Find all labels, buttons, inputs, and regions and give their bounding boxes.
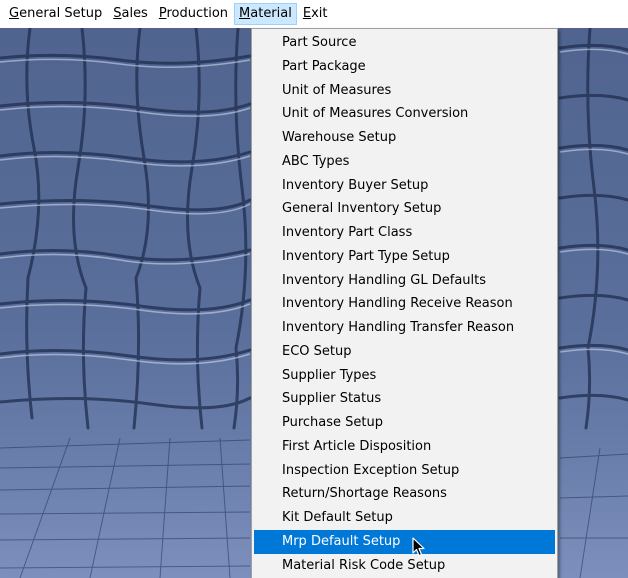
menu-item-first-article-disposition[interactable]: First Article Disposition	[254, 435, 555, 459]
menu-item-part-package[interactable]: Part Package	[254, 55, 555, 79]
arrow-pointer-icon	[412, 537, 425, 557]
menu-item-inspection-exception-setup[interactable]: Inspection Exception Setup	[254, 459, 555, 483]
menu-item-unit-of-measures[interactable]: Unit of Measures	[254, 79, 555, 103]
menu-item-warehouse-setup[interactable]: Warehouse Setup	[254, 126, 555, 150]
menu-item-inventory-handling-receive-reason[interactable]: Inventory Handling Receive Reason	[254, 292, 555, 316]
menu-item-inventory-part-type-setup[interactable]: Inventory Part Type Setup	[254, 245, 555, 269]
menu-item-material-risk-code-setup[interactable]: Material Risk Code Setup	[254, 554, 555, 578]
menu-production[interactable]: Production	[154, 3, 233, 25]
menu-item-inventory-handling-transfer-reason[interactable]: Inventory Handling Transfer Reason	[254, 316, 555, 340]
menu-general-setup[interactable]: General Setup	[4, 3, 107, 25]
menu-item-supplier-types[interactable]: Supplier Types	[254, 364, 555, 388]
menu-item-inventory-handling-gl-defaults[interactable]: Inventory Handling GL Defaults	[254, 269, 555, 293]
menu-item-unit-of-measures-conversion[interactable]: Unit of Measures Conversion	[254, 102, 555, 126]
menu-item-eco-setup[interactable]: ECO Setup	[254, 340, 555, 364]
menu-material[interactable]: Material	[234, 3, 297, 25]
menu-item-general-inventory-setup[interactable]: General Inventory Setup	[254, 197, 555, 221]
menu-item-inventory-buyer-setup[interactable]: Inventory Buyer Setup	[254, 174, 555, 198]
menu-item-inventory-part-class[interactable]: Inventory Part Class	[254, 221, 555, 245]
menu-item-kit-default-setup[interactable]: Kit Default Setup	[254, 506, 555, 530]
menu-item-part-source[interactable]: Part Source	[254, 31, 555, 55]
menu-bar: General Setup Sales Production Material …	[0, 0, 628, 28]
menu-item-purchase-setup[interactable]: Purchase Setup	[254, 411, 555, 435]
menu-exit[interactable]: Exit	[298, 3, 333, 25]
menu-item-supplier-status[interactable]: Supplier Status	[254, 387, 555, 411]
material-dropdown-menu: Part Source Part Package Unit of Measure…	[251, 28, 558, 578]
menu-item-mrp-default-setup[interactable]: Mrp Default Setup	[254, 529, 555, 554]
menu-item-abc-types[interactable]: ABC Types	[254, 150, 555, 174]
menu-sales[interactable]: Sales	[108, 3, 153, 25]
menu-item-return-shortage-reasons[interactable]: Return/Shortage Reasons	[254, 482, 555, 506]
